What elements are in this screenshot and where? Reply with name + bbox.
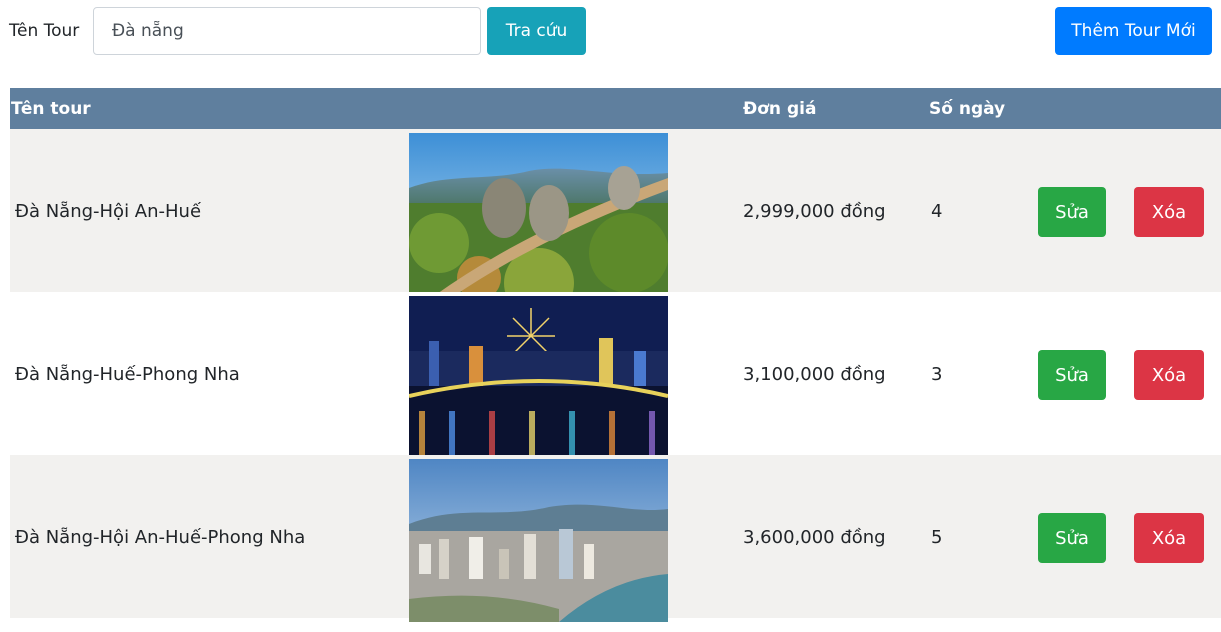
edit-button[interactable]: Sửa	[1038, 513, 1106, 563]
header-tour-name: Tên tour	[11, 99, 91, 119]
tour-price: 2,999,000 đồng	[743, 201, 886, 222]
delete-button[interactable]: Xóa	[1134, 187, 1204, 237]
edit-button[interactable]: Sửa	[1038, 187, 1106, 237]
tour-days: 5	[931, 527, 943, 548]
header-days: Số ngày	[929, 99, 1006, 119]
tour-days: 4	[931, 201, 943, 222]
night-fireworks-city-photo	[409, 296, 668, 459]
tour-name: Đà Nẵng-Huế-Phong Nha	[15, 364, 240, 385]
table-row: Đà Nẵng-Huế-Phong Nha 3,100,000 đồng 3 S…	[10, 292, 1221, 459]
tour-price: 3,100,000 đồng	[743, 364, 886, 385]
add-tour-button[interactable]: Thêm Tour Mới	[1055, 7, 1212, 55]
tour-price: 3,600,000 đồng	[743, 527, 886, 548]
city-river-aerial-photo	[409, 459, 668, 622]
table-row: Đà Nẵng-Hội An-Huế 2,999,000 đồng 4 Sửa …	[10, 129, 1221, 296]
delete-button[interactable]: Xóa	[1134, 513, 1204, 563]
search-toolbar: Tên Tour Tra cứu Thêm Tour Mới	[0, 0, 1221, 62]
table-header: Tên tour Đơn giá Số ngày	[10, 88, 1221, 129]
tour-days: 3	[931, 364, 943, 385]
search-input[interactable]	[93, 7, 481, 55]
search-label: Tên Tour	[9, 21, 80, 41]
edit-button[interactable]: Sửa	[1038, 350, 1106, 400]
search-button[interactable]: Tra cứu	[487, 7, 586, 55]
header-price: Đơn giá	[743, 99, 817, 119]
delete-button[interactable]: Xóa	[1134, 350, 1204, 400]
table-row: Đà Nẵng-Hội An-Huế-Phong Nha 3,600,000 đ…	[10, 455, 1221, 622]
tour-name: Đà Nẵng-Hội An-Huế	[15, 201, 202, 222]
tour-table: Tên tour Đơn giá Số ngày Đà Nẵng-Hội An-…	[10, 88, 1221, 622]
tour-name: Đà Nẵng-Hội An-Huế-Phong Nha	[15, 527, 306, 548]
golden-bridge-hands-photo	[409, 133, 668, 296]
